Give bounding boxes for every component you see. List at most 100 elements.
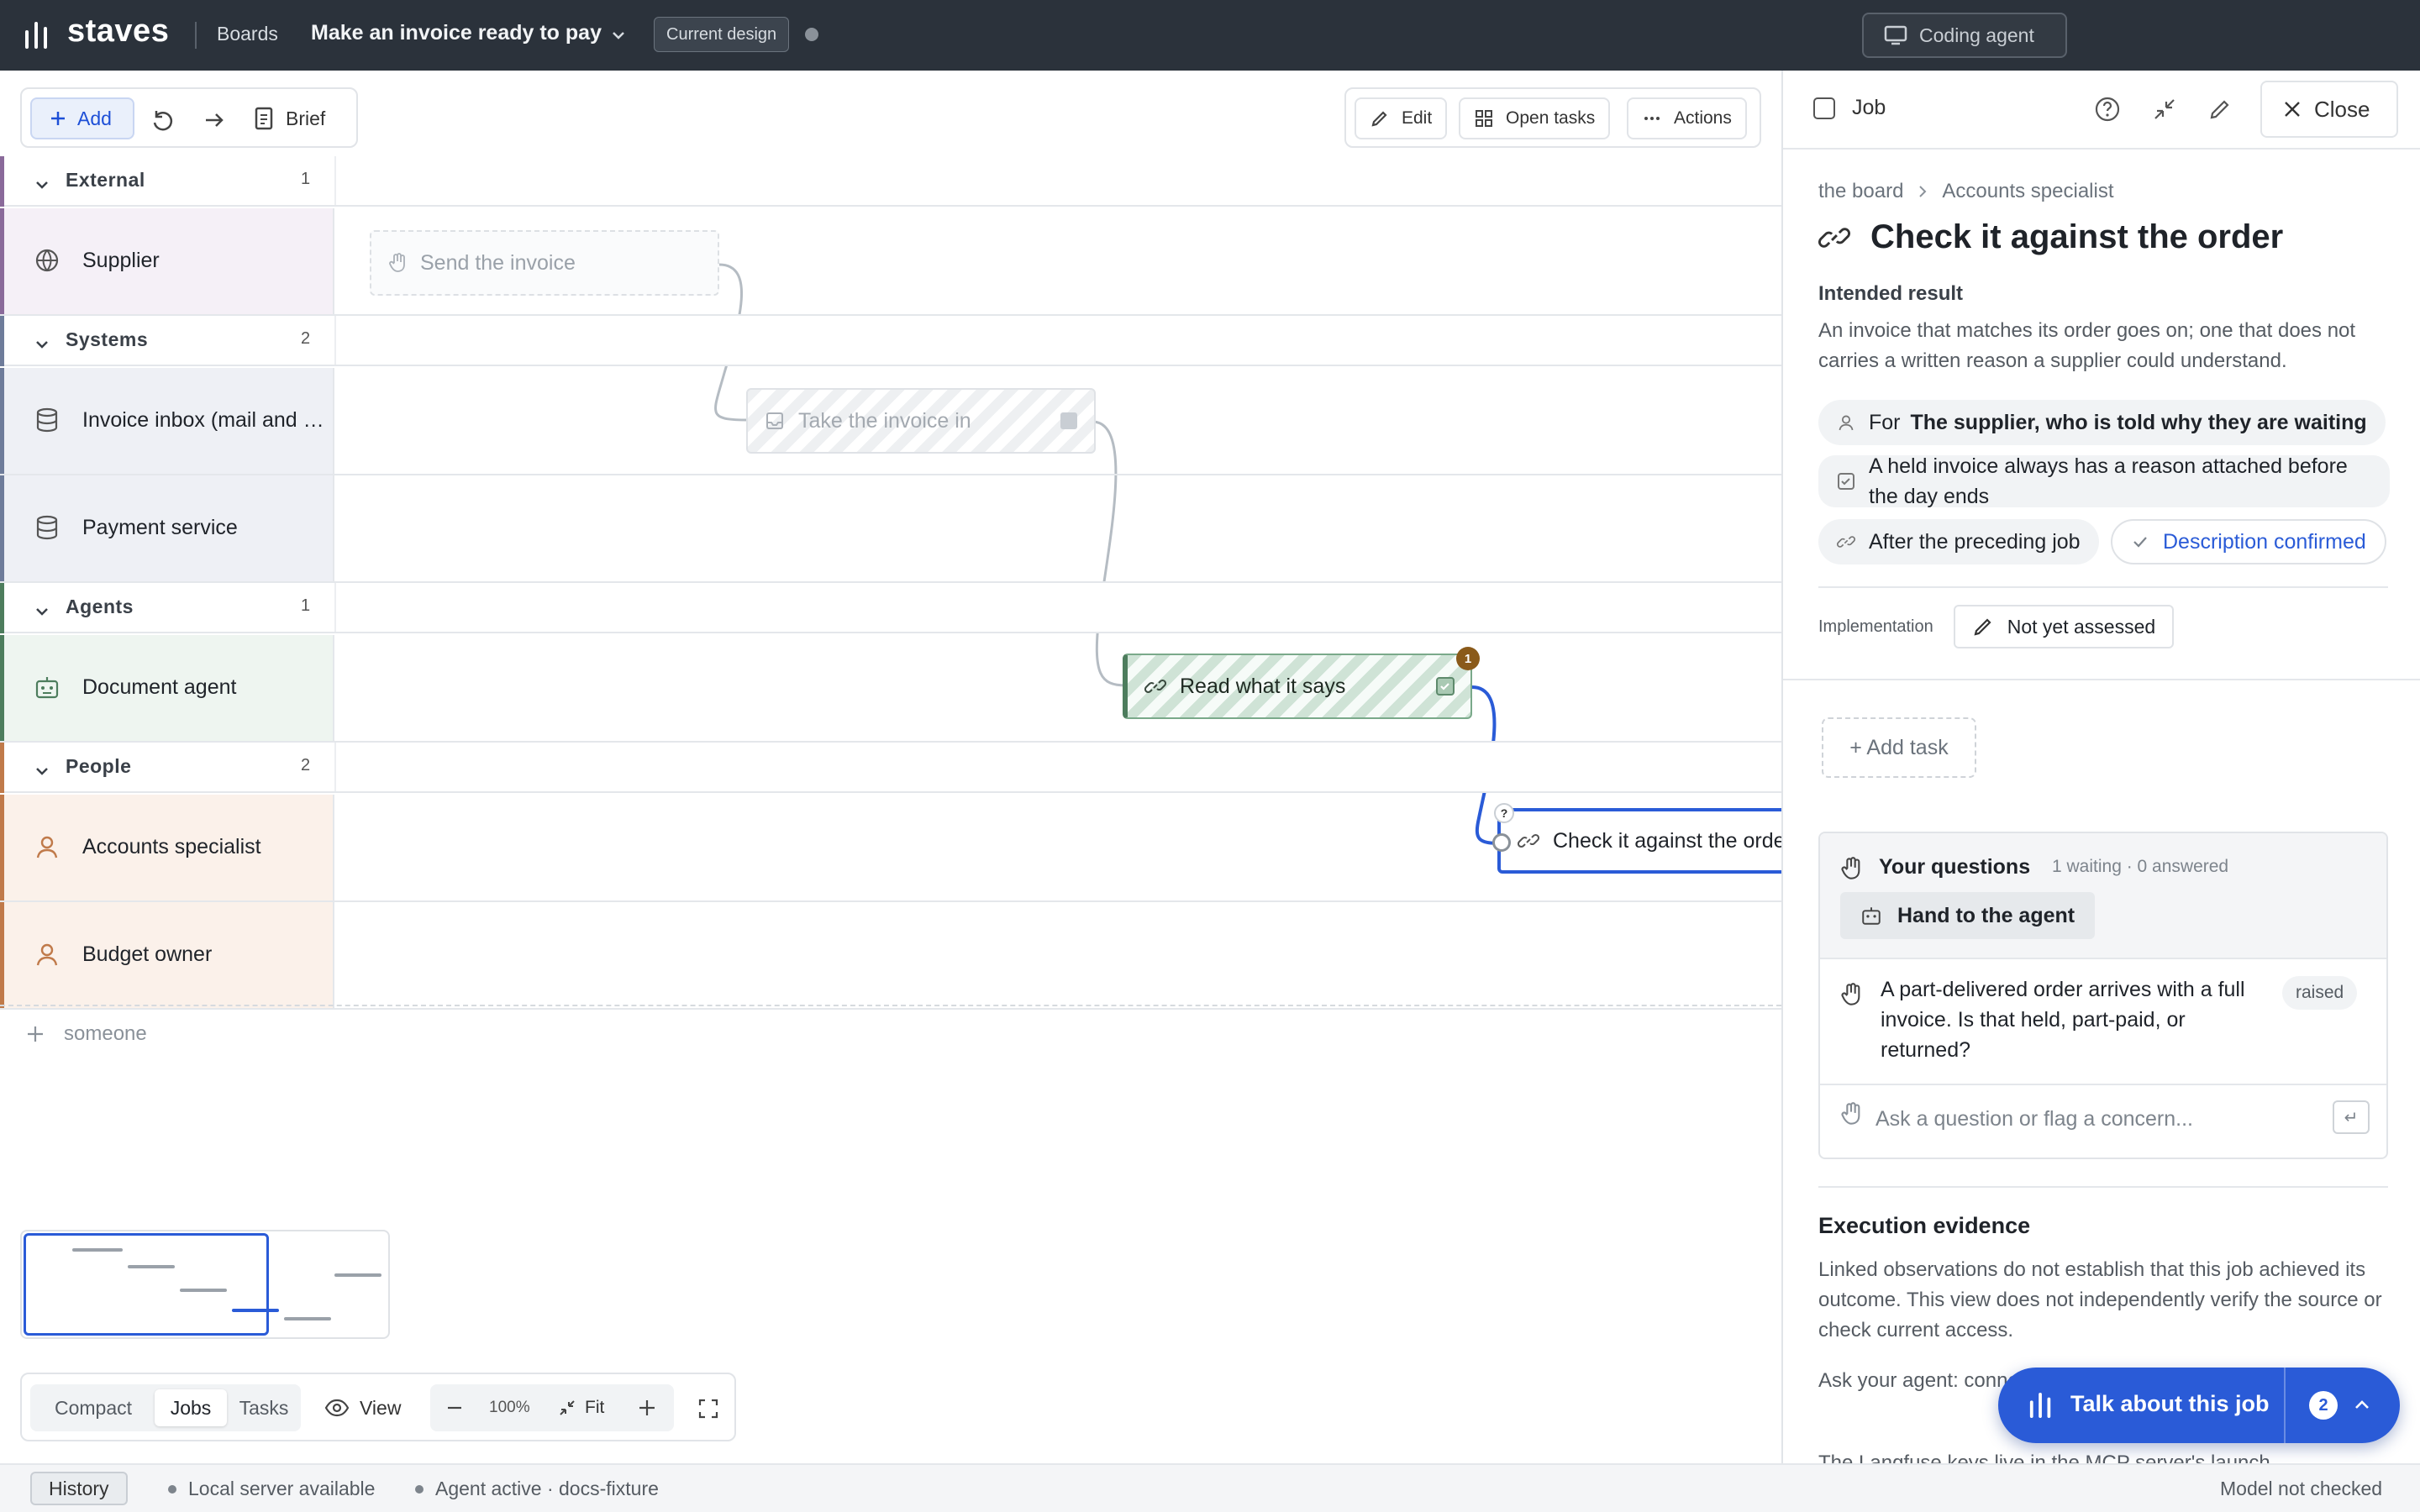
lane-group-people[interactable]: People 2	[0, 743, 1781, 793]
chevron-down-icon[interactable]	[34, 176, 50, 193]
actions-label: Actions	[1674, 108, 1732, 128]
chevron-up-icon[interactable]	[2351, 1394, 2373, 1416]
add-label: Add	[77, 107, 112, 129]
undo-icon[interactable]	[150, 108, 175, 133]
zoom-in-button[interactable]	[637, 1384, 657, 1431]
lane-label[interactable]: Invoice inbox (mail and upload)	[0, 368, 334, 474]
breadcrumb-board[interactable]: the board	[1818, 180, 1903, 203]
implementation-row: Implementation Not yet assessed	[1818, 605, 2175, 648]
submit-question-button[interactable]: ↵	[2333, 1100, 2370, 1134]
board-title[interactable]: Make an invoice ready to pay	[311, 21, 602, 45]
connector-handle[interactable]	[1492, 833, 1511, 852]
plus-icon	[28, 1026, 43, 1042]
lane-group-external[interactable]: External 1	[0, 156, 1781, 207]
hand-icon	[1841, 857, 1860, 879]
implementation-button[interactable]: Not yet assessed	[1953, 605, 2175, 648]
status-check-icon	[1060, 412, 1077, 429]
view-button[interactable]: View	[324, 1384, 401, 1431]
lane-payment-service[interactable]: Payment service	[0, 475, 1781, 583]
job-title-text[interactable]: Check it against the order	[1870, 218, 2283, 256]
lane-supplier[interactable]: Supplier	[0, 208, 1781, 316]
lane-label[interactable]: Document agent	[0, 635, 334, 741]
talk-about-job-button[interactable]: Talk about this job 2	[1998, 1368, 2400, 1443]
zoom-out-button[interactable]	[445, 1384, 464, 1431]
job-node-read-it[interactable]: Read what it says	[1123, 654, 1472, 719]
breadcrumb-lane[interactable]: Accounts specialist	[1942, 180, 2113, 203]
collapse-icon[interactable]	[2151, 96, 2178, 123]
node-label: Send the invoice	[420, 250, 576, 275]
history-button[interactable]: History	[30, 1472, 128, 1505]
person-icon	[36, 943, 58, 966]
after-pill[interactable]: After the preceding job	[1818, 519, 2099, 564]
robot-icon	[1862, 907, 1881, 925]
fullscreen-icon[interactable]	[697, 1398, 719, 1420]
monitor-icon	[1884, 25, 1907, 45]
hand-icon	[389, 253, 405, 272]
link-icon	[1818, 227, 1850, 248]
agent-status-text: Agent active · docs-fixture	[435, 1478, 659, 1499]
link-icon	[1518, 833, 1539, 848]
chevron-down-icon[interactable]	[608, 25, 629, 45]
checkbox-icon	[1838, 473, 1854, 490]
description-confirmed-pill[interactable]: Description confirmed	[2111, 519, 2386, 564]
compact-tab[interactable]: Compact	[35, 1389, 151, 1426]
app-logo[interactable]: staves	[67, 13, 169, 50]
job-type-checkbox[interactable]	[1813, 97, 1835, 119]
lane-name: Supplier	[82, 249, 160, 272]
job-node-take-invoice[interactable]: Take the invoice in	[746, 388, 1096, 454]
lane-group-agents[interactable]: Agents 1	[0, 583, 1781, 633]
group-label: Systems	[66, 328, 149, 350]
hand-to-agent-button[interactable]: Hand to the agent	[1840, 892, 2096, 939]
section-divider	[1818, 586, 2388, 588]
lane-label[interactable]: Accounts specialist	[0, 795, 334, 900]
coding-agent-button[interactable]: Coding agent	[1862, 13, 2067, 58]
check-pill[interactable]: A held invoice always has a reason attac…	[1818, 454, 2390, 508]
brief-button[interactable]: Brief	[254, 97, 325, 139]
close-button[interactable]: Close	[2260, 81, 2398, 138]
lane-grid	[334, 583, 1781, 632]
minimap[interactable]	[20, 1230, 390, 1339]
lane-label[interactable]: Budget owner	[0, 902, 334, 1008]
lane-name: Budget owner	[82, 942, 213, 966]
topbar-divider	[195, 22, 197, 49]
tasks-tab[interactable]: Tasks	[230, 1389, 297, 1426]
group-label: Agents	[66, 596, 134, 617]
minimap-viewport[interactable]	[24, 1233, 269, 1336]
job-node-check-order[interactable]: Check it against the order	[1497, 808, 1781, 874]
lane-group-systems[interactable]: Systems 2	[0, 316, 1781, 366]
group-count: 1	[301, 170, 311, 188]
question-text[interactable]: A part-delivered order arrives with a fu…	[1881, 974, 2275, 1065]
brief-label: Brief	[286, 107, 326, 129]
status-bar: History Local server available Agent act…	[0, 1463, 2420, 1512]
arrow-right-icon[interactable]	[202, 108, 227, 133]
lane-document-agent[interactable]: Document agent	[0, 635, 1781, 743]
boards-link[interactable]: Boards	[217, 23, 278, 45]
lane-label[interactable]: Payment service	[0, 475, 334, 581]
actions-button[interactable]: Actions	[1627, 97, 1747, 139]
add-button[interactable]: Add	[30, 97, 134, 139]
ask-question-input[interactable]	[1876, 1107, 2312, 1131]
jobs-tab[interactable]: Jobs	[155, 1389, 227, 1426]
design-badge[interactable]: Current design	[654, 17, 790, 52]
evidence-text: Linked observations do not establish tha…	[1818, 1258, 2382, 1341]
pencil-icon[interactable]	[2207, 96, 2233, 123]
intended-result-text[interactable]: An invoice that matches its order goes o…	[1818, 316, 2398, 376]
board-canvas[interactable]: Add Brief Edit Open tasks Actions Extern…	[0, 71, 1781, 1463]
view-toolbar: Compact Jobs Tasks View 100% Fit	[20, 1373, 736, 1441]
open-tasks-button[interactable]: Open tasks	[1459, 97, 1611, 139]
add-someone-button[interactable]: someone	[0, 1005, 334, 1063]
questions-title: Your questions	[1879, 855, 2031, 879]
job-node-send-invoice[interactable]: Send the invoice	[370, 230, 719, 296]
node-count-badge: 1	[1456, 647, 1480, 670]
chevron-down-icon[interactable]	[34, 763, 50, 780]
add-someone-label: someone	[64, 1022, 147, 1045]
for-pill[interactable]: For The supplier, who is told why they a…	[1818, 400, 2386, 445]
lane-budget-owner[interactable]: Budget owner	[0, 902, 1781, 1010]
lane-label[interactable]: Supplier	[0, 208, 334, 314]
chevron-down-icon[interactable]	[34, 336, 50, 353]
edit-button[interactable]: Edit	[1355, 97, 1448, 139]
help-icon[interactable]	[2094, 96, 2121, 123]
chevron-down-icon[interactable]	[34, 603, 50, 620]
add-task-button[interactable]: + Add task	[1822, 717, 1976, 778]
fit-button[interactable]: Fit	[558, 1384, 604, 1431]
